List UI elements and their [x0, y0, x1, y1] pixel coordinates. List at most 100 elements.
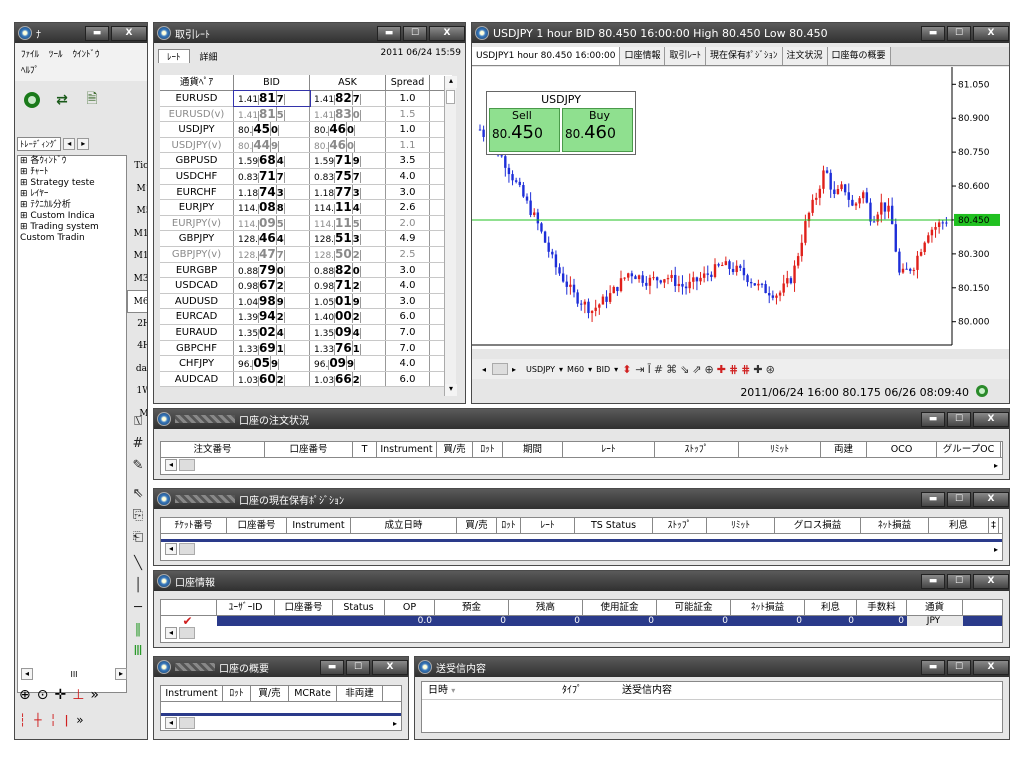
column-header[interactable]: 口座番号	[265, 442, 353, 457]
tree-item[interactable]: ⊞ Strategy teste	[18, 178, 126, 189]
ask-price[interactable]: 114.115	[310, 215, 386, 231]
menu-window[interactable]: ｳｲﾝﾄﾞｳ	[73, 47, 100, 60]
more2-icon[interactable]: »	[76, 713, 83, 727]
column-header[interactable]: ﾁｹｯﾄ番号	[161, 518, 227, 533]
tf-m5[interactable]: M5	[127, 200, 147, 223]
column-header[interactable]: Instrument	[287, 518, 351, 533]
copy-icon[interactable]: ⎘	[127, 505, 147, 527]
grid-icon[interactable]: #	[127, 433, 147, 455]
bid-price[interactable]: 1.04989	[234, 293, 310, 309]
close-button[interactable]: X	[111, 25, 147, 41]
rate-row[interactable]: EURJPY(v) 114.095 114.115 2.0	[160, 215, 452, 232]
column-header[interactable]: OP	[385, 600, 435, 615]
rate-row[interactable]: GBPJPY(v) 128.477 128.502 2.5	[160, 246, 452, 263]
bid-price[interactable]: 1.03602	[234, 371, 310, 387]
more-icon[interactable]: »	[90, 687, 99, 703]
tab-account-summary[interactable]: 口座毎の概要	[827, 47, 891, 65]
column-header[interactable]: MCRate	[289, 686, 337, 701]
close-button[interactable]: X	[429, 25, 465, 41]
bid-price[interactable]: 1.39942	[234, 309, 310, 324]
column-header[interactable]: ﾈｯﾄ損益	[731, 600, 805, 615]
bid-price[interactable]: 128.464	[234, 231, 310, 246]
column-header[interactable]: 残高	[509, 600, 583, 615]
ask-price[interactable]: 0.83757	[310, 168, 386, 184]
chart-titlebar[interactable]: USDJPY 1 hour BID 80.450 16:00:00 High 8…	[472, 23, 1009, 43]
ask-price[interactable]: 1.41827	[310, 91, 386, 106]
zoom-in-icon[interactable]: ⊕	[19, 687, 31, 703]
tab-rate[interactable]: ﾚｰﾄ	[158, 49, 190, 63]
minimize-button[interactable]: ▬	[377, 25, 401, 41]
menu-help[interactable]: ﾍﾙﾌﾟ	[15, 63, 147, 81]
ask-price[interactable]: 1.03662	[310, 371, 386, 387]
account-row[interactable]: ✔ 0.0 0 0 0 0 0 0 0 JPY	[161, 615, 1002, 627]
rate-row[interactable]: USDJPY 80.450 80.460 1.0	[160, 122, 452, 138]
maximize-button[interactable]: ☐	[947, 411, 971, 427]
line-chart-icon[interactable]: ╎	[49, 713, 56, 727]
bid-price[interactable]: 0.88790	[234, 262, 310, 278]
column-header[interactable]: 買/売	[437, 442, 473, 457]
rate-row[interactable]: AUDCAD 1.03602 1.03662 6.0	[160, 371, 452, 388]
tf-m1[interactable]: M1	[127, 178, 147, 201]
column-header[interactable]: グループOC	[937, 442, 1001, 457]
maximize-button[interactable]: ☐	[947, 491, 971, 507]
annotation-icon[interactable]: ⍂	[127, 411, 147, 433]
fib-icon[interactable]: Ⅲ	[127, 641, 147, 663]
account-hscroll[interactable]: ◂	[161, 626, 1002, 640]
bid-price[interactable]: 114.095	[234, 215, 310, 231]
close-button[interactable]: X	[973, 25, 1009, 41]
bid-price[interactable]: 96.059	[234, 356, 310, 371]
column-header[interactable]: ﾘﾐｯﾄ	[707, 518, 775, 533]
column-header[interactable]: グロス損益	[775, 518, 861, 533]
rate-row[interactable]: EURCHF 1.18743 1.18773 3.0	[160, 184, 452, 201]
close-button[interactable]: X	[973, 573, 1009, 589]
rate-row[interactable]: EURUSD 1.41817 1.41827 1.0	[160, 90, 452, 107]
tab-scroll-left-button[interactable]: ◂	[63, 138, 76, 150]
ask-price[interactable]: 1.59719	[310, 153, 386, 168]
tf-m30[interactable]: M30	[127, 268, 147, 291]
minimize-button[interactable]: ▬	[85, 25, 109, 41]
tab-usdjpy-chart[interactable]: USDJPY1 hour 80.450 16:00:00	[472, 47, 621, 65]
col-datetime[interactable]: 日時 ▾	[422, 682, 562, 699]
dot-icon[interactable]: ǀ	[65, 713, 69, 727]
column-header[interactable]: ﾛｯﾄ	[497, 518, 521, 533]
messages-titlebar[interactable]: 送受信内容 ▬ ☐ X	[415, 657, 1009, 677]
tab-scroll-right-button[interactable]: ▸	[77, 138, 90, 150]
bid-price[interactable]: 80.449	[234, 137, 310, 153]
zoom-reset-icon[interactable]: ⊙	[37, 687, 49, 703]
column-header[interactable]: ﾕｰｻﾞｰID	[217, 600, 275, 615]
candlestick-icon[interactable]: ┆	[19, 713, 26, 727]
column-header[interactable]: 注文番号	[161, 442, 265, 457]
ask-price[interactable]: 128.513	[310, 231, 386, 246]
scroll-left-button[interactable]: ◂	[482, 365, 486, 374]
minimize-button[interactable]: ▬	[921, 659, 945, 675]
column-header[interactable]: 使用証金	[583, 600, 657, 615]
minimize-button[interactable]: ▬	[921, 573, 945, 589]
tree-item[interactable]: ⊞ Custom Indica	[18, 211, 126, 222]
tab-orders[interactable]: 注文状況	[782, 47, 828, 65]
ask-price[interactable]: 0.98712	[310, 278, 386, 293]
column-header[interactable]: 通貨	[907, 600, 963, 615]
timeframe-select[interactable]: M60	[567, 365, 584, 374]
rate-row[interactable]: USDCHF 0.83717 0.83757 4.0	[160, 168, 452, 185]
tree-item[interactable]: ⊞ 各ｳｨﾝﾄﾞｳ	[18, 156, 126, 167]
tf-m60[interactable]: M60	[127, 290, 147, 313]
sync-arrows-icon[interactable]: ⇄	[49, 87, 75, 113]
orders-hscroll[interactable]: ◂ ▸	[161, 458, 1002, 472]
rate-row[interactable]: GBPCHF 1.33691 1.33761 7.0	[160, 340, 452, 357]
column-header[interactable]: 口座番号	[227, 518, 287, 533]
column-header[interactable]: ﾚｰﾄ	[563, 442, 655, 457]
positions-hscroll[interactable]: ◂ ▸	[161, 542, 1002, 556]
column-header[interactable]: 成立日時	[351, 518, 457, 533]
tree-item[interactable]: ⊞ ﾁｬｰﾄ	[18, 167, 126, 178]
tree-hscroll[interactable]: ◂ III ▸	[17, 667, 127, 681]
ask-price[interactable]: 80.460	[310, 122, 386, 137]
document-icon[interactable]: 🗎	[79, 87, 105, 113]
column-header[interactable]: 利息	[929, 518, 989, 533]
horizontal-line-icon[interactable]: ─	[127, 597, 147, 619]
rate-row[interactable]: GBPUSD 1.59684 1.59719 3.5	[160, 153, 452, 169]
close-button[interactable]: X	[973, 491, 1009, 507]
maximize-button[interactable]: ☐	[346, 659, 370, 675]
ask-price[interactable]: 1.35094	[310, 324, 386, 340]
menu-tools[interactable]: ﾂｰﾙ	[49, 47, 63, 60]
tree-item[interactable]: ⊞ ﾚｲﾔｰ	[18, 189, 126, 200]
